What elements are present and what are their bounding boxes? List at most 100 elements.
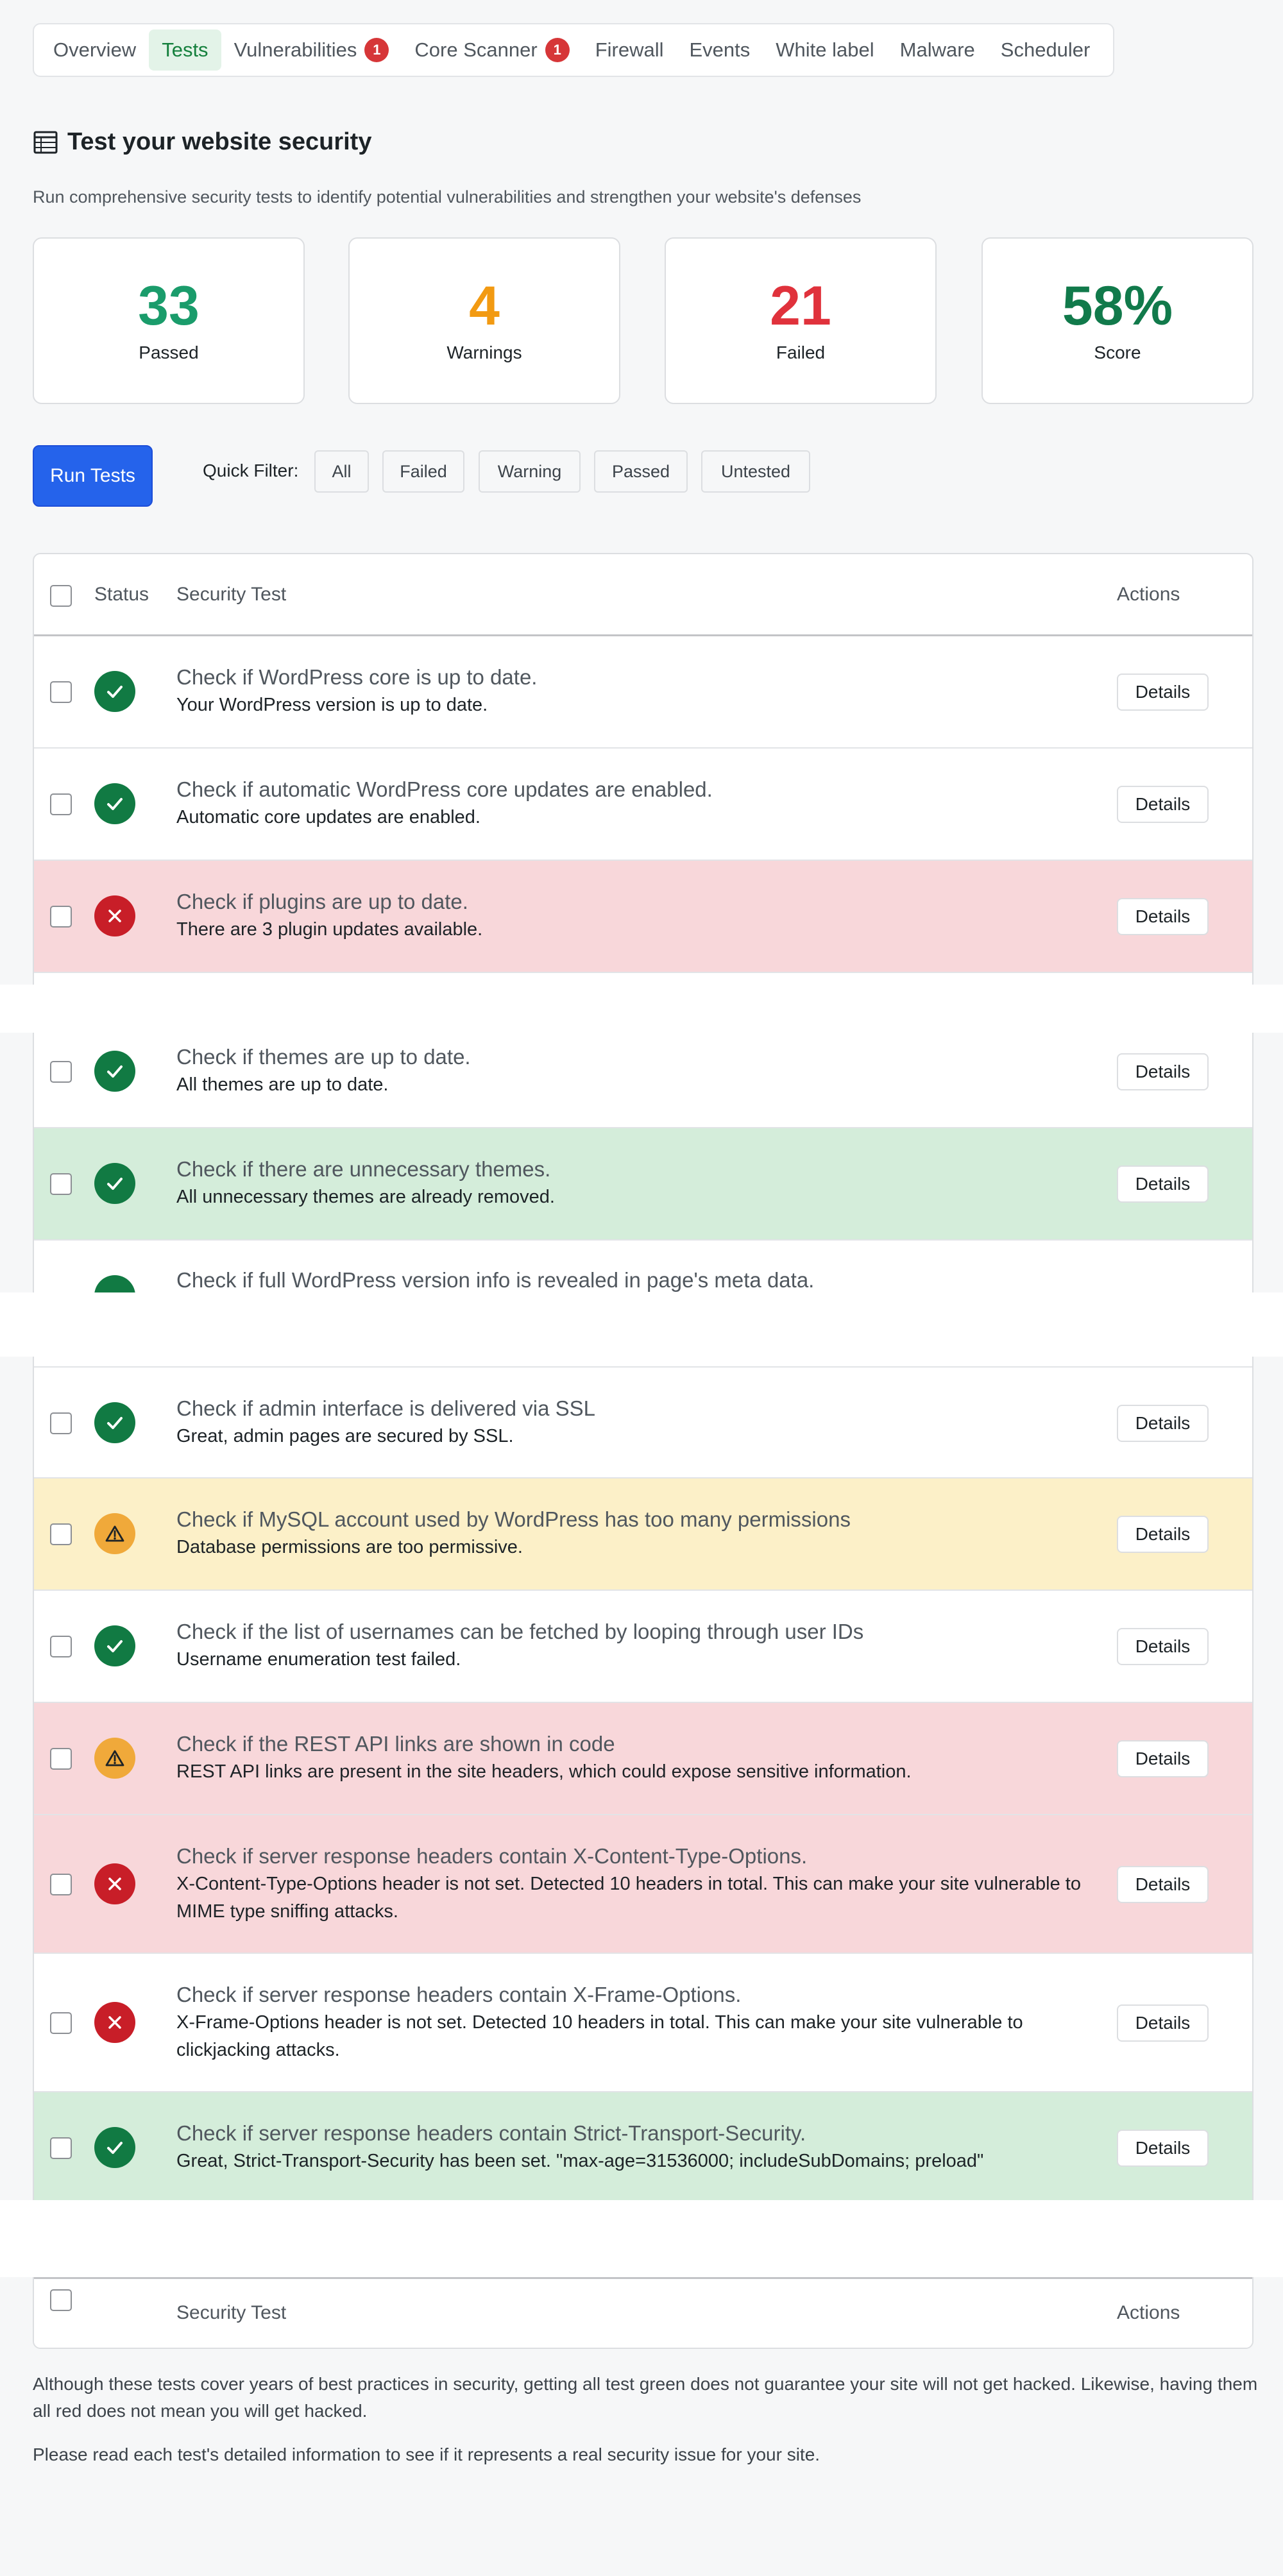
stat-card-warnings: 4 Warnings <box>348 237 620 404</box>
test-title: Check if MySQL account used by WordPress… <box>176 1507 851 1531</box>
checkmark-icon <box>94 1051 135 1092</box>
stat-label: Score <box>1094 343 1141 362</box>
details-button[interactable]: Details <box>1117 1405 1209 1442</box>
table-row: Check if plugins are up to date. There a… <box>34 861 1252 973</box>
tab-label: Core Scanner <box>414 38 538 61</box>
warning-triangle-icon <box>94 1513 135 1554</box>
test-title: Check if server response headers contain… <box>176 1983 742 2006</box>
x-icon <box>94 1863 135 1904</box>
tab-events[interactable]: Events <box>676 30 763 71</box>
table-row: Check if MySQL account used by WordPress… <box>34 1479 1252 1591</box>
test-description: Great, Strict-Transport-Security has bee… <box>176 2151 984 2171</box>
details-button[interactable]: Details <box>1117 898 1209 935</box>
test-title: Check if themes are up to date. <box>176 1045 471 1069</box>
tab-firewall[interactable]: Firewall <box>582 30 677 71</box>
checkmark-icon <box>94 2127 135 2168</box>
warning-triangle-icon <box>94 1738 135 1779</box>
table-header: Status Security Test Actions <box>34 554 1252 636</box>
test-description: REST API links are present in the site h… <box>176 1761 912 1782</box>
filter-untested-button[interactable]: Untested <box>701 450 810 493</box>
filter-failed-button[interactable]: Failed <box>382 450 464 493</box>
details-button[interactable]: Details <box>1117 1740 1209 1777</box>
row-checkbox[interactable] <box>50 1874 72 1895</box>
column-header-status: Status <box>94 584 149 605</box>
stat-value: 21 <box>770 275 831 337</box>
filter-passed-button[interactable]: Passed <box>594 450 688 493</box>
test-title: Check if automatic WordPress core update… <box>176 777 713 801</box>
row-checkbox[interactable] <box>50 2137 72 2159</box>
stat-label: Failed <box>776 343 826 362</box>
test-title: Check if WordPress core is up to date. <box>176 665 538 689</box>
test-title: Check if server response headers contain… <box>176 2121 806 2145</box>
truncation-gap <box>0 1292 1283 1357</box>
table-row: Check if there are unnecessary themes. A… <box>34 1128 1252 1241</box>
row-checkbox[interactable] <box>50 1748 72 1770</box>
filter-warning-button[interactable]: Warning <box>479 450 581 493</box>
tests-table: Status Security Test Actions Check if Wo… <box>33 553 1253 2349</box>
checkmark-icon <box>94 1625 135 1666</box>
truncation-gap <box>0 2200 1283 2277</box>
tab-scheduler[interactable]: Scheduler <box>988 30 1103 71</box>
details-button[interactable]: Details <box>1117 1516 1209 1553</box>
tab-vulnerabilities[interactable]: Vulnerabilities 1 <box>221 30 402 71</box>
table-footer: Security Test Actions <box>34 2277 1252 2348</box>
test-title: Check if the list of usernames can be fe… <box>176 1620 864 1643</box>
select-all-checkbox[interactable] <box>50 585 72 607</box>
details-button[interactable]: Details <box>1117 2004 1209 2042</box>
details-button[interactable]: Details <box>1117 1628 1209 1665</box>
test-description: Great, admin pages are secured by SSL. <box>176 1426 514 1446</box>
info-note: Please read each test's detailed informa… <box>33 2445 820 2464</box>
row-checkbox[interactable] <box>50 681 72 703</box>
tab-core-scanner[interactable]: Core Scanner 1 <box>402 30 582 71</box>
tab-overview[interactable]: Overview <box>40 30 149 71</box>
details-button[interactable]: Details <box>1117 674 1209 711</box>
stat-card-passed: 33 Passed <box>33 237 305 404</box>
stat-card-score: 58% Score <box>981 237 1253 404</box>
table-row: Check if server response headers contain… <box>34 1954 1252 2092</box>
stat-label: Warnings <box>446 343 522 362</box>
select-all-checkbox-footer[interactable] <box>50 2289 72 2311</box>
test-title: Check if server response headers contain… <box>176 1844 808 1868</box>
column-header-test: Security Test <box>176 584 287 605</box>
test-description: All unnecessary themes are already remov… <box>176 1187 555 1207</box>
truncation-gap <box>0 985 1283 1033</box>
stat-card-failed: 21 Failed <box>665 237 937 404</box>
x-icon <box>94 2002 135 2043</box>
details-button[interactable]: Details <box>1117 1053 1209 1090</box>
details-button[interactable]: Details <box>1117 1165 1209 1203</box>
x-icon <box>94 895 135 936</box>
stat-label: Passed <box>139 343 199 362</box>
row-checkbox[interactable] <box>50 1523 72 1545</box>
test-description: All themes are up to date. <box>176 1074 389 1095</box>
details-button[interactable]: Details <box>1117 786 1209 823</box>
row-checkbox[interactable] <box>50 906 72 928</box>
table-row: Check if WordPress core is up to date. Y… <box>34 636 1252 749</box>
details-button[interactable]: Details <box>1117 2130 1209 2167</box>
run-tests-button[interactable]: Run Tests <box>33 445 153 507</box>
details-button[interactable]: Details <box>1117 1866 1209 1903</box>
row-checkbox[interactable] <box>50 2012 72 2034</box>
test-description: X-Content-Type-Options header is not set… <box>176 1874 1081 1922</box>
row-checkbox[interactable] <box>50 1173 72 1195</box>
page-title: Test your website security <box>33 128 371 156</box>
checkmark-icon <box>94 1402 135 1443</box>
tab-white-label[interactable]: White label <box>763 30 887 71</box>
page-subtitle: Run comprehensive security tests to iden… <box>33 187 862 207</box>
tab-label: Firewall <box>595 38 664 61</box>
table-row: Check if server response headers contain… <box>34 2092 1252 2201</box>
row-checkbox[interactable] <box>50 793 72 815</box>
tab-label: Vulnerabilities <box>234 38 357 61</box>
table-row: Check if the REST API links are shown in… <box>34 1703 1252 1815</box>
tab-tests[interactable]: Tests <box>149 30 221 71</box>
checkmark-icon <box>94 783 135 824</box>
row-checkbox[interactable] <box>50 1412 72 1434</box>
test-description: Your WordPress version is up to date. <box>176 695 488 715</box>
tab-malware[interactable]: Malware <box>887 30 988 71</box>
row-checkbox[interactable] <box>50 1061 72 1083</box>
row-checkbox[interactable] <box>50 1636 72 1657</box>
tab-label: Tests <box>162 38 208 61</box>
filter-all-button[interactable]: All <box>314 450 369 493</box>
checkmark-icon <box>94 1163 135 1204</box>
table-icon <box>33 131 58 153</box>
tab-label: Scheduler <box>1000 38 1091 61</box>
